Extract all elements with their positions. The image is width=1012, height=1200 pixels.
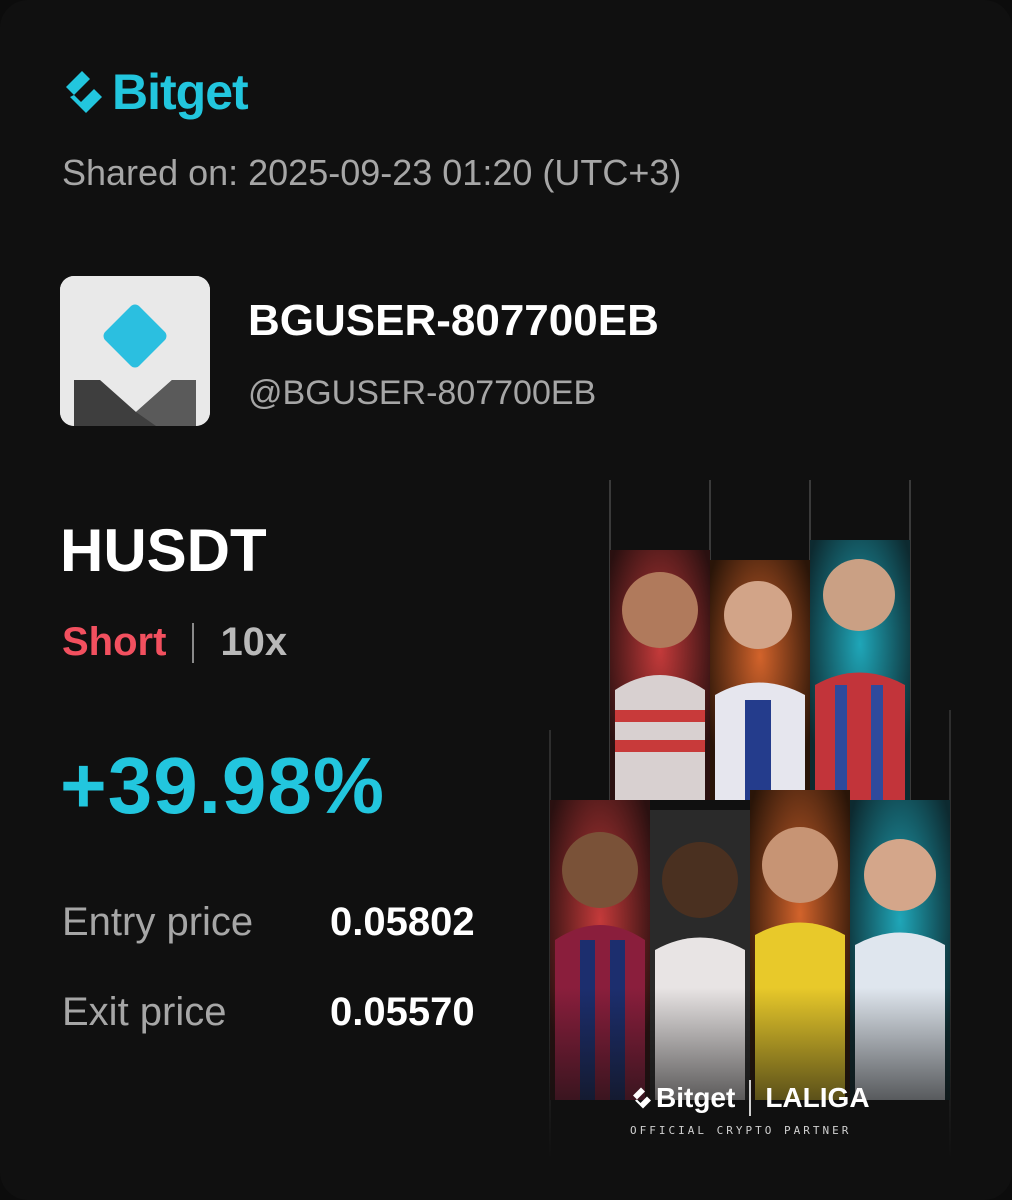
exit-price-label: Exit price [62, 990, 227, 1034]
trading-pair: HUSDT [60, 517, 267, 584]
entry-price-label: Entry price [62, 900, 254, 944]
bitget-logo-text: Bitget [112, 64, 249, 120]
promo-laliga-text: LALIGA [765, 1082, 870, 1113]
pnl-percent: +39.98% [60, 741, 386, 830]
promo-bitget-text: Bitget [656, 1082, 736, 1113]
promo-separator [749, 1080, 752, 1116]
promo-footer: Bitget LALIGA OFFICIAL CRYPTO PARTNER [630, 1080, 930, 1137]
entry-price-value: 0.05802 [330, 900, 475, 944]
leverage: 10x [220, 620, 288, 664]
bitget-small-logo-icon [633, 1087, 651, 1109]
position-info: Short 10x [62, 620, 287, 665]
promo-tagline: OFFICIAL CRYPTO PARTNER [630, 1124, 852, 1137]
shared-timestamp: Shared on: 2025-09-23 01:20 (UTC+3) [62, 152, 682, 193]
share-card: Bitget Shared on: 2025-09-23 01:20 (UTC+… [0, 0, 1012, 1200]
avatar [60, 276, 210, 426]
exit-price-value: 0.05570 [330, 990, 475, 1034]
user-handle: @BGUSER-807700EB [248, 374, 597, 412]
bitget-logo-icon [66, 71, 102, 113]
laliga-promo-image [545, 470, 965, 1160]
default-avatar-icon [60, 276, 210, 426]
promo-brand-row: Bitget LALIGA [630, 1080, 930, 1116]
position-side: Short [62, 620, 167, 664]
divider [192, 622, 195, 663]
username: BGUSER-807700EB [248, 296, 659, 345]
bitget-logo: Bitget [60, 60, 249, 124]
